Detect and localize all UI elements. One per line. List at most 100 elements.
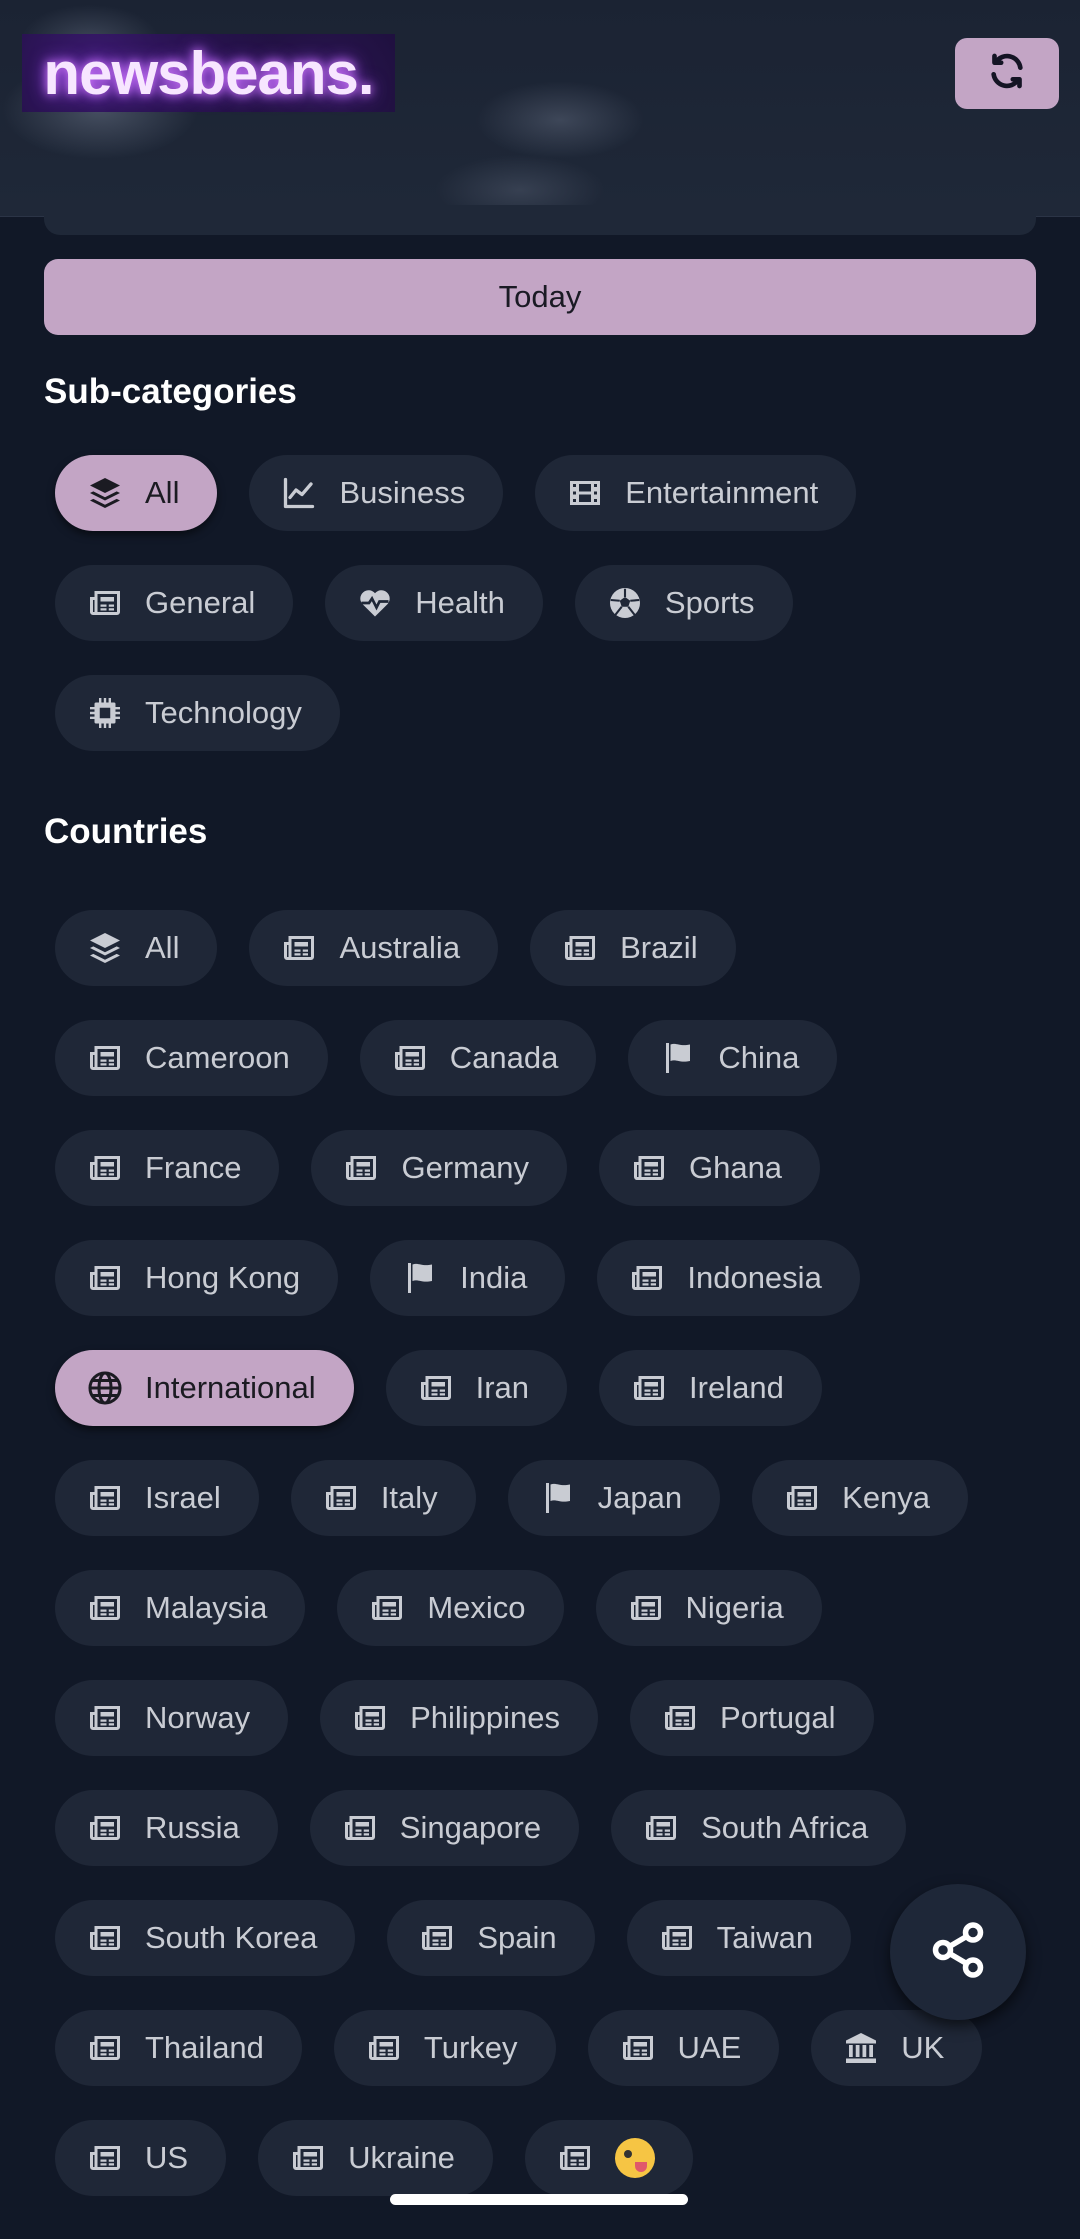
newspaper-icon [643, 1810, 679, 1846]
country-chip-iran[interactable]: Iran [385, 1350, 568, 1426]
country-chip-zany-face[interactable] [524, 2120, 693, 2196]
newspaper-icon [87, 1810, 123, 1846]
newspaper-icon [87, 2030, 123, 2066]
country-chip-malaysia[interactable]: Malaysia [55, 1570, 306, 1646]
subcategory-chip-general[interactable]: General [55, 565, 294, 641]
flag-icon [540, 1480, 576, 1516]
chip-label: Israel [145, 1480, 221, 1515]
home-indicator[interactable] [390, 2194, 688, 2205]
chip-label: General [145, 585, 256, 620]
countries-title: Countries [44, 812, 208, 851]
today-button[interactable]: Today [44, 259, 1036, 335]
share-button[interactable] [890, 1884, 1026, 2020]
country-chip-norway[interactable]: Norway [55, 1680, 289, 1756]
newspaper-icon [369, 1590, 405, 1626]
chip-label: Thailand [145, 2030, 264, 2065]
chip-label: Norway [145, 1700, 251, 1735]
country-chip-spain[interactable]: Spain [387, 1900, 595, 1976]
newspaper-icon [784, 1480, 820, 1516]
country-chip-us[interactable]: US [55, 2120, 227, 2196]
subcategory-chip-entertainment[interactable]: Entertainment [535, 455, 857, 531]
country-chip-philippines[interactable]: Philippines [320, 1680, 599, 1756]
country-chip-ukraine[interactable]: Ukraine [258, 2120, 493, 2196]
chip-label: Turkey [423, 2030, 518, 2065]
newspaper-icon [87, 1590, 123, 1626]
refresh-button[interactable] [955, 38, 1059, 109]
country-chip-ireland[interactable]: Ireland [599, 1350, 822, 1426]
country-chip-taiwan[interactable]: Taiwan [626, 1900, 852, 1976]
country-chip-germany[interactable]: Germany [311, 1130, 567, 1206]
country-chip-south-korea[interactable]: South Korea [55, 1900, 356, 1976]
country-chips: All Australia Brazil Cameroon Canada China Fra… [55, 910, 1035, 2230]
country-chip-hong-kong[interactable]: Hong Kong [55, 1240, 339, 1316]
country-chip-australia[interactable]: Australia [249, 910, 499, 986]
chip-label: Italy [380, 1480, 438, 1515]
heartbeat-icon [357, 585, 393, 621]
country-chip-cameroon[interactable]: Cameroon [55, 1020, 328, 1096]
globe-icon [87, 1370, 123, 1406]
country-chip-israel[interactable]: Israel [55, 1460, 259, 1536]
newspaper-icon [662, 1700, 698, 1736]
country-chip-kenya[interactable]: Kenya [752, 1460, 969, 1536]
subcategory-chip-technology[interactable]: Technology [55, 675, 340, 751]
subcategory-chip-sports[interactable]: Sports [574, 565, 793, 641]
newspaper-icon [631, 1150, 667, 1186]
country-chip-uk[interactable]: UK [811, 2010, 983, 2086]
chip-label: South Africa [701, 1810, 869, 1845]
country-chip-all[interactable]: All [55, 910, 218, 986]
chip-label: US [145, 2140, 189, 2175]
app-header: newsbeans. [0, 0, 1080, 217]
country-chip-mexico[interactable]: Mexico [337, 1570, 564, 1646]
chip-label: China [718, 1040, 800, 1075]
country-chip-canada[interactable]: Canada [359, 1020, 597, 1096]
country-chip-ghana[interactable]: Ghana [598, 1130, 821, 1206]
app-logo[interactable]: newsbeans. [22, 34, 395, 112]
newspaper-icon [562, 930, 598, 966]
zany-face-emoji [614, 2138, 655, 2178]
landmark-icon [843, 2030, 879, 2066]
chip-label: Ghana [688, 1150, 783, 1185]
chip-label: Germany [401, 1150, 529, 1185]
country-chip-thailand[interactable]: Thailand [55, 2010, 302, 2086]
newspaper-icon [418, 1370, 454, 1406]
country-chip-brazil[interactable]: Brazil [530, 910, 736, 986]
country-chip-singapore[interactable]: Singapore [309, 1790, 580, 1866]
newspaper-icon [628, 1590, 664, 1626]
newspaper-icon [620, 2030, 656, 2066]
newspaper-icon [392, 1040, 428, 1076]
chip-label: UAE [677, 2030, 742, 2065]
subcategories-title: Sub-categories [44, 372, 297, 411]
country-chip-russia[interactable]: Russia [55, 1790, 278, 1866]
country-chip-turkey[interactable]: Turkey [333, 2010, 556, 2086]
newspaper-icon [87, 1920, 123, 1956]
country-chip-japan[interactable]: Japan [507, 1460, 721, 1536]
chip-label: Indonesia [687, 1260, 822, 1295]
country-chip-uae[interactable]: UAE [587, 2010, 780, 2086]
country-chip-indonesia[interactable]: Indonesia [597, 1240, 860, 1316]
subcategory-chip-health[interactable]: Health [325, 565, 543, 641]
country-chip-portugal[interactable]: Portugal [630, 1680, 874, 1756]
chip-label: Mexico [427, 1590, 526, 1625]
chip-label: Health [415, 585, 505, 620]
newspaper-icon [281, 930, 317, 966]
chip-label: India [460, 1260, 528, 1295]
chip-label: Brazil [620, 930, 698, 965]
country-chip-india[interactable]: India [370, 1240, 566, 1316]
country-chip-international[interactable]: International [55, 1350, 354, 1426]
country-chip-italy[interactable]: Italy [290, 1460, 476, 1536]
chip-label: Sports [664, 585, 755, 620]
country-chip-france[interactable]: France [55, 1130, 280, 1206]
country-chip-nigeria[interactable]: Nigeria [595, 1570, 822, 1646]
chip-label: Australia [339, 930, 461, 965]
subcategory-chip-all[interactable]: All [55, 455, 218, 531]
flag-icon [660, 1040, 696, 1076]
country-chip-china[interactable]: China [628, 1020, 838, 1096]
chip-label: UK [901, 2030, 945, 2065]
chip-label: Canada [449, 1040, 559, 1075]
newspaper-icon [343, 1150, 379, 1186]
country-chip-south-africa[interactable]: South Africa [611, 1790, 907, 1866]
chip-label: All [145, 930, 180, 965]
flag-icon [402, 1260, 438, 1296]
subcategory-chip-business[interactable]: Business [249, 455, 504, 531]
newspaper-icon [629, 1260, 665, 1296]
